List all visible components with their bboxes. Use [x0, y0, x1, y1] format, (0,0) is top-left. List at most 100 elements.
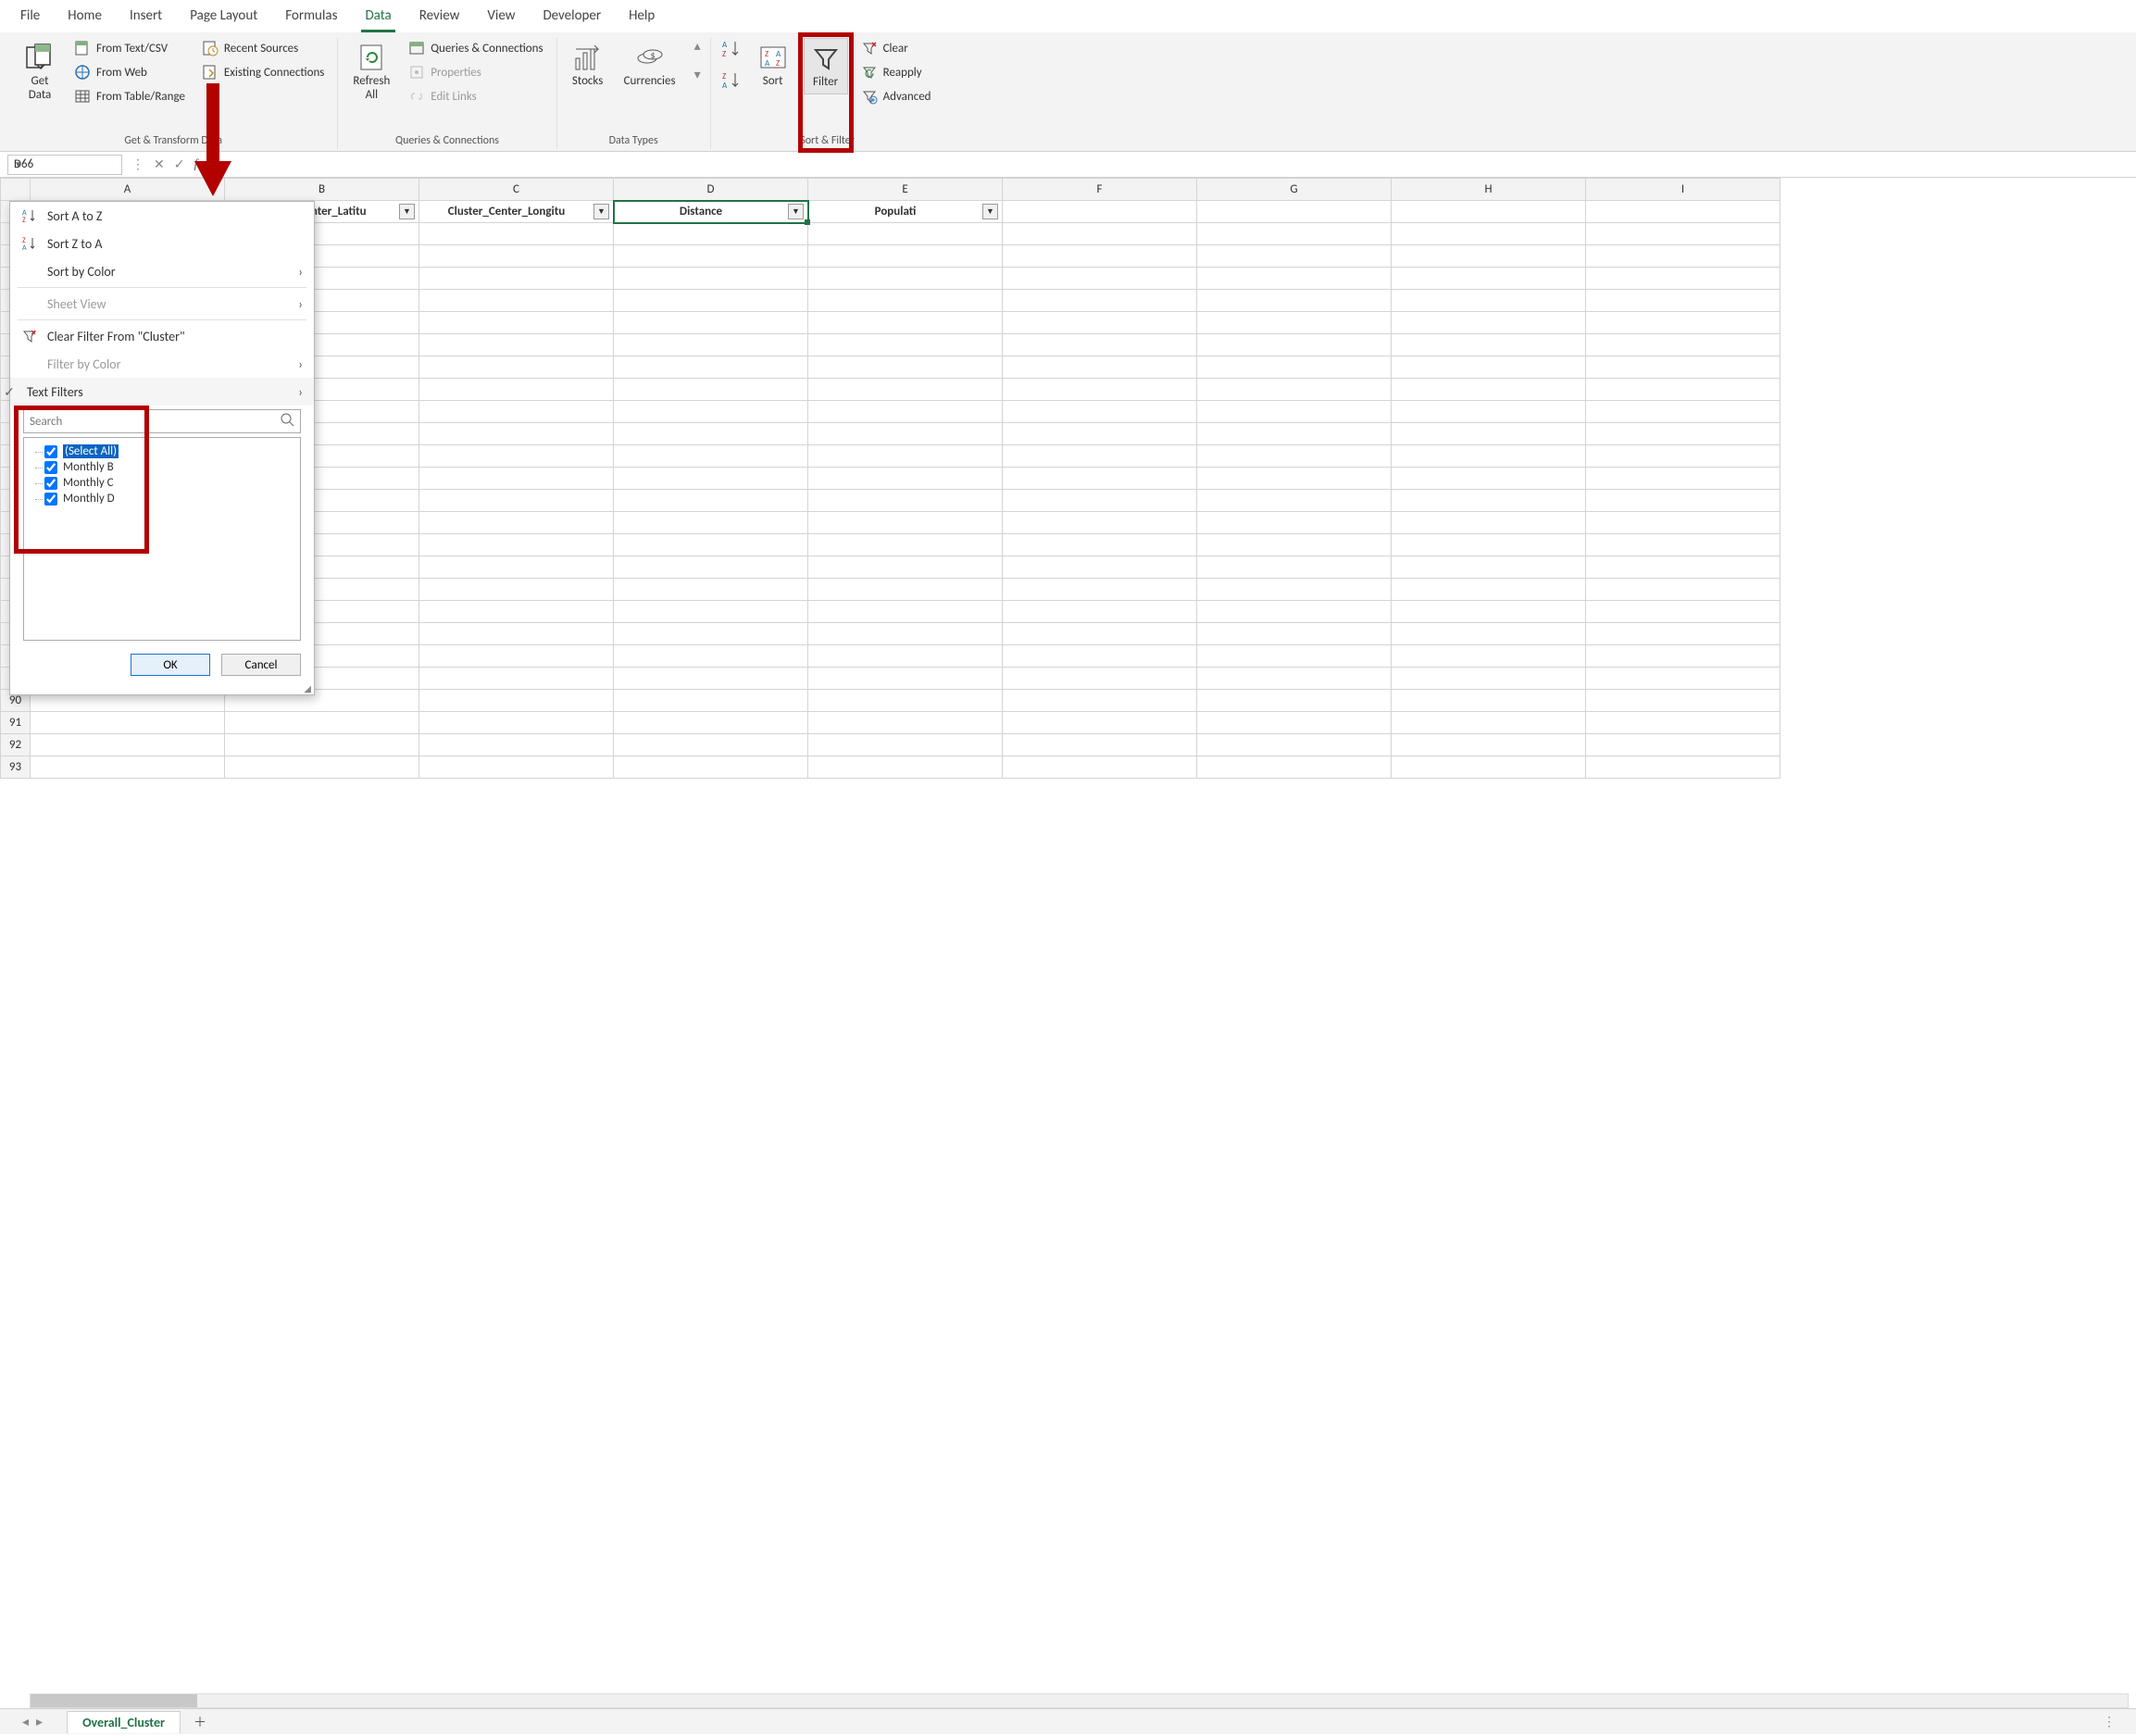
cell[interactable] — [1392, 245, 1586, 268]
cell[interactable] — [1392, 356, 1586, 379]
cell[interactable] — [1003, 290, 1197, 312]
cell[interactable] — [1586, 734, 1780, 756]
cell[interactable] — [1586, 245, 1780, 268]
cell[interactable] — [614, 623, 808, 645]
from-table-range-button[interactable]: From Table/Range — [70, 86, 189, 106]
tab-help[interactable]: Help — [625, 6, 658, 32]
cell[interactable] — [1003, 223, 1197, 245]
currencies-button[interactable]: $ Currencies — [618, 38, 681, 93]
sheet-options-icon[interactable]: ⋮ — [2103, 1714, 2127, 1730]
cell[interactable] — [1586, 356, 1780, 379]
cell[interactable] — [1392, 645, 1586, 668]
filter-check-item[interactable]: Monthly B — [31, 459, 293, 475]
popup-resize-handle[interactable]: ◢ — [10, 685, 314, 694]
advanced-filter-button[interactable]: Advanced — [857, 86, 935, 106]
column-header-F[interactable]: F — [1003, 179, 1197, 201]
cell[interactable] — [1586, 201, 1780, 223]
cell[interactable] — [614, 756, 808, 779]
from-text-csv-button[interactable]: From Text/CSV — [70, 38, 189, 58]
cell[interactable] — [1392, 512, 1586, 534]
cell[interactable] — [1197, 623, 1392, 645]
cell[interactable] — [1197, 756, 1392, 779]
column-header-B[interactable]: B — [225, 179, 419, 201]
cell[interactable] — [1586, 623, 1780, 645]
filter-checklist[interactable]: (Select All)Monthly BMonthly CMonthly D — [23, 437, 301, 641]
cell[interactable] — [1003, 668, 1197, 690]
cell[interactable] — [419, 579, 614, 601]
filter-dropdown-d[interactable]: ▼ — [788, 204, 804, 219]
cell[interactable] — [1003, 534, 1197, 556]
cell[interactable] — [225, 734, 419, 756]
tab-home[interactable]: Home — [64, 6, 106, 32]
cell[interactable] — [1586, 690, 1780, 712]
cell[interactable] — [808, 690, 1003, 712]
cell[interactable] — [1003, 579, 1197, 601]
data-types-up[interactable]: ▴ — [694, 38, 701, 54]
cell[interactable] — [419, 690, 614, 712]
cell[interactable] — [808, 468, 1003, 490]
cell[interactable] — [1003, 423, 1197, 445]
filter-check-item[interactable]: Monthly C — [31, 475, 293, 491]
cell[interactable] — [808, 401, 1003, 423]
cell[interactable] — [1392, 268, 1586, 290]
cell[interactable] — [31, 712, 225, 734]
cell[interactable] — [1197, 690, 1392, 712]
cell[interactable] — [1586, 534, 1780, 556]
cell[interactable] — [1586, 290, 1780, 312]
cell[interactable] — [614, 468, 808, 490]
select-all-cell[interactable] — [1, 179, 31, 201]
cell[interactable] — [1197, 223, 1392, 245]
cell[interactable] — [808, 312, 1003, 334]
cell[interactable] — [419, 556, 614, 579]
stocks-button[interactable]: Stocks — [567, 38, 609, 93]
cell[interactable] — [419, 290, 614, 312]
cell[interactable] — [1586, 512, 1780, 534]
cell[interactable] — [614, 690, 808, 712]
filter-check-item[interactable]: (Select All) — [31, 443, 293, 459]
cell[interactable] — [808, 290, 1003, 312]
tab-view[interactable]: View — [483, 6, 518, 32]
filter-checkbox[interactable] — [44, 493, 57, 506]
cell[interactable] — [808, 756, 1003, 779]
cell[interactable] — [1197, 245, 1392, 268]
cell[interactable] — [614, 423, 808, 445]
cell[interactable] — [1392, 668, 1586, 690]
row-header[interactable]: 93 — [1, 756, 31, 779]
cell[interactable] — [1197, 379, 1392, 401]
cell[interactable] — [1392, 468, 1586, 490]
column-header-H[interactable]: H — [1392, 179, 1586, 201]
cell[interactable] — [1003, 690, 1197, 712]
cell[interactable] — [1392, 312, 1586, 334]
cell[interactable] — [808, 334, 1003, 356]
cell[interactable] — [614, 512, 808, 534]
cell[interactable] — [419, 623, 614, 645]
cell[interactable] — [1197, 201, 1392, 223]
tab-formulas[interactable]: Formulas — [281, 6, 341, 32]
fx-icon[interactable]: fx — [194, 157, 201, 172]
filter-button[interactable]: Filter — [804, 38, 848, 94]
cell[interactable] — [1586, 668, 1780, 690]
cell[interactable] — [1003, 201, 1197, 223]
cell[interactable] — [1392, 445, 1586, 468]
formula-input[interactable] — [211, 155, 2129, 175]
cell[interactable] — [808, 645, 1003, 668]
cell[interactable] — [419, 445, 614, 468]
cell[interactable] — [419, 668, 614, 690]
cell[interactable] — [1586, 468, 1780, 490]
cell[interactable] — [1003, 490, 1197, 512]
filter-dropdown-e[interactable]: ▼ — [982, 204, 998, 219]
cell[interactable] — [1586, 445, 1780, 468]
cell[interactable] — [1003, 445, 1197, 468]
filter-checkbox[interactable] — [44, 477, 57, 490]
cell[interactable] — [808, 356, 1003, 379]
cell[interactable] — [1197, 668, 1392, 690]
cell[interactable] — [614, 490, 808, 512]
cell[interactable] — [1392, 601, 1586, 623]
cell[interactable] — [1392, 290, 1586, 312]
cell[interactable] — [1197, 534, 1392, 556]
cell[interactable] — [419, 712, 614, 734]
cell[interactable] — [808, 623, 1003, 645]
cell[interactable] — [419, 756, 614, 779]
cell[interactable] — [1003, 268, 1197, 290]
cell[interactable] — [1586, 423, 1780, 445]
